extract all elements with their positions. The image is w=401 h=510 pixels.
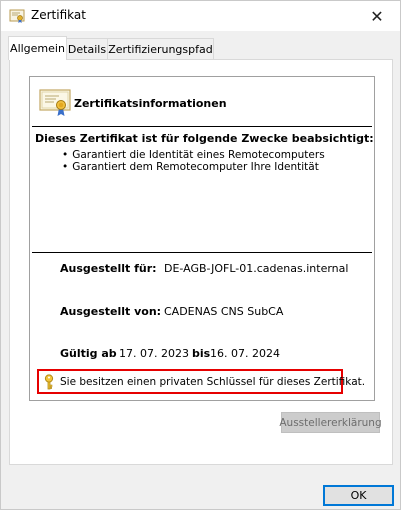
valid-to-value: 16. 07. 2024 xyxy=(210,347,280,360)
issued-by-label: Ausgestellt von: xyxy=(60,305,162,318)
tab-allgemein[interactable]: Allgemein xyxy=(8,36,67,60)
certificate-dialog: Zertifikat ✕ Allgemein Details Zertifizi… xyxy=(0,0,401,510)
purpose-heading: Dieses Zertifikat ist für folgende Zweck… xyxy=(35,132,374,145)
certificate-info-box: Zertifikatsinformationen Dieses Zertifik… xyxy=(29,76,375,401)
ok-button[interactable]: OK xyxy=(323,485,394,506)
close-icon[interactable]: ✕ xyxy=(370,7,383,26)
ok-label: OK xyxy=(350,489,367,502)
issued-to-label: Ausgestellt für: xyxy=(60,262,157,275)
valid-from-value: 17. 07. 2023 xyxy=(119,347,189,360)
list-item: Garantiert die Identität eines Remotecom… xyxy=(62,149,324,161)
issued-by-value: CADENAS CNS SubCA xyxy=(164,305,284,318)
title-bar: Zertifikat ✕ xyxy=(1,1,400,31)
valid-from-label: Gültig ab xyxy=(60,347,117,360)
divider xyxy=(32,126,372,127)
key-icon xyxy=(44,373,54,389)
list-item: Garantiert dem Remotecomputer Ihre Ident… xyxy=(62,161,325,173)
certificate-info-title: Zertifikatsinformationen xyxy=(74,97,227,110)
tab-details[interactable]: Details xyxy=(66,38,108,59)
tab-label: Zertifizierungspfad xyxy=(108,42,213,56)
tab-label: Allgemein xyxy=(10,42,65,55)
private-key-text: Sie besitzen einen privaten Schlüssel fü… xyxy=(60,375,366,388)
certificate-ribbon-icon xyxy=(39,89,71,116)
purpose-list: Garantiert die Identität eines Remotecom… xyxy=(62,149,325,173)
issued-to-value: DE-AGB-JOFL-01.cadenas.internal xyxy=(164,262,349,275)
general-tab-panel: Zertifikatsinformationen Dieses Zertifik… xyxy=(9,59,393,465)
window-title: Zertifikat xyxy=(31,8,86,22)
tab-label: Details xyxy=(67,42,107,56)
private-key-note: Sie besitzen einen privaten Schlüssel fü… xyxy=(37,369,365,394)
certificate-icon xyxy=(9,9,25,23)
tab-zertifizierungspfad[interactable]: Zertifizierungspfad xyxy=(107,38,214,59)
close-button[interactable]: ✕ xyxy=(354,1,400,31)
divider xyxy=(32,252,372,253)
issuer-statement-button[interactable]: Ausstellererklärung xyxy=(279,412,382,433)
valid-to-label: bis xyxy=(192,347,211,360)
issuer-statement-label: Ausstellererklärung xyxy=(279,416,382,429)
